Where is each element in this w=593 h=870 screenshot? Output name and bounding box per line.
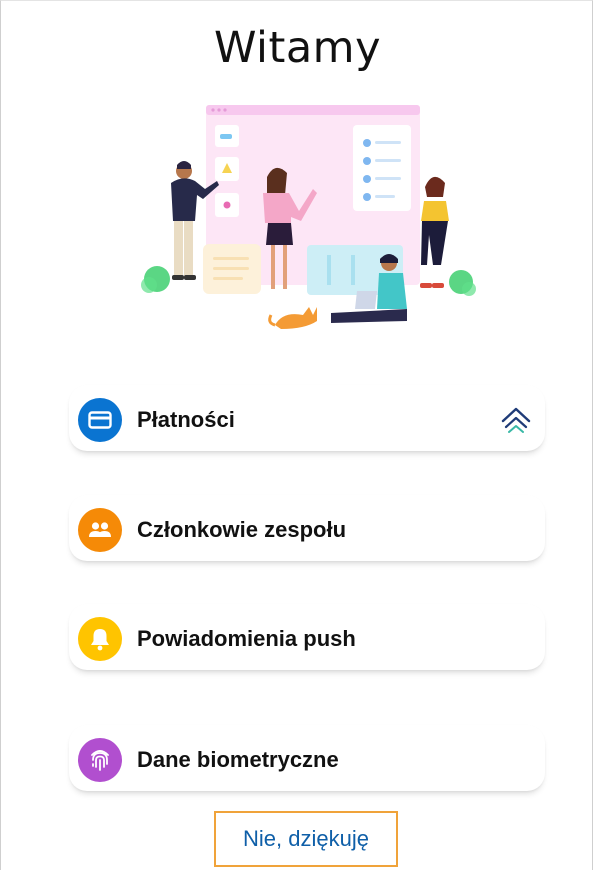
push-notifications-card[interactable]: Powiadomienia push <box>69 604 545 670</box>
double-chevron-up-icon[interactable] <box>497 399 535 439</box>
team-members-label: Członkowie zespołu <box>137 517 347 542</box>
push-notifications-label: Powiadomienia push <box>137 626 356 651</box>
payments-label: Płatności <box>137 407 235 432</box>
team-collaboration-illustration <box>141 105 476 329</box>
biometrics-label: Dane biometryczne <box>137 747 339 772</box>
team-members-icon-badge <box>78 508 122 552</box>
payments-icon-badge <box>78 398 122 442</box>
team-members-card[interactable]: Członkowie zespołu <box>69 495 545 561</box>
team-members-icon <box>89 522 111 537</box>
credit-card-icon <box>88 411 112 429</box>
app-screen: Witamy Płatności Członkowie zespołu Powi… <box>0 0 593 870</box>
biometrics-icon-badge <box>78 738 122 782</box>
fingerprint-icon <box>91 750 109 771</box>
no-thanks-button[interactable]: Nie, dziękuję <box>214 811 398 867</box>
bell-icon <box>91 629 109 651</box>
push-notifications-icon-badge <box>78 617 122 661</box>
biometrics-card[interactable]: Dane biometryczne <box>69 725 545 791</box>
page-title: Witamy <box>213 23 382 73</box>
payments-card[interactable]: Płatności <box>69 385 545 451</box>
